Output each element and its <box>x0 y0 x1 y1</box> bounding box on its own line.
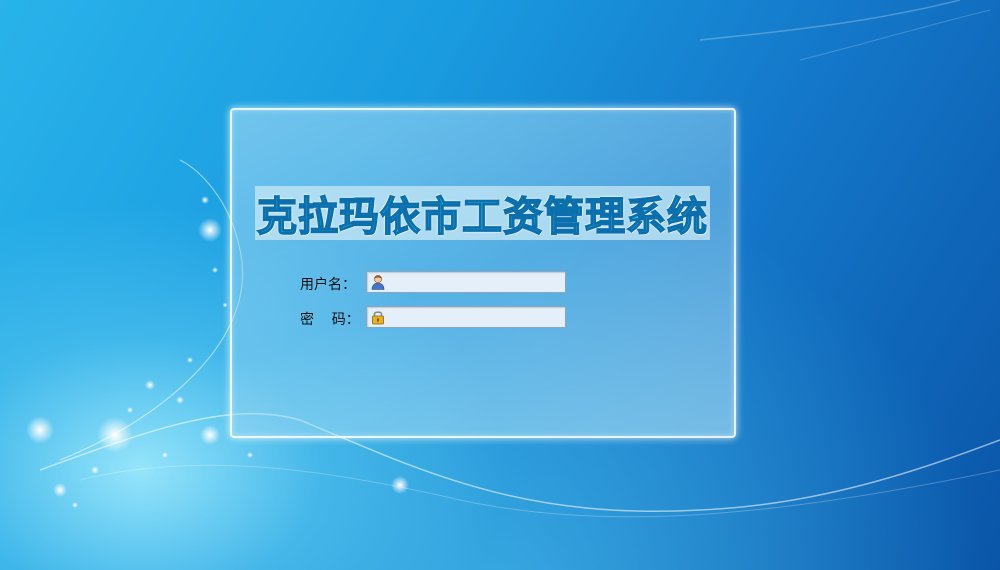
lock-icon <box>372 311 384 325</box>
username-row: 用户名： <box>232 271 734 295</box>
login-panel: 克拉玛依市工资管理系统 用户名： 密 码： <box>230 108 736 438</box>
password-input[interactable] <box>389 308 565 328</box>
app-title-banner: 克拉玛依市工资管理系统 <box>255 186 710 241</box>
username-field[interactable] <box>366 271 566 293</box>
username-input[interactable] <box>389 273 565 293</box>
password-field[interactable] <box>366 306 566 328</box>
app-title: 克拉玛依市工资管理系统 <box>256 193 708 241</box>
username-label: 用户名： <box>300 277 356 293</box>
password-label: 密 码： <box>300 312 360 328</box>
user-icon <box>371 275 385 290</box>
password-row: 密 码： <box>232 306 734 330</box>
